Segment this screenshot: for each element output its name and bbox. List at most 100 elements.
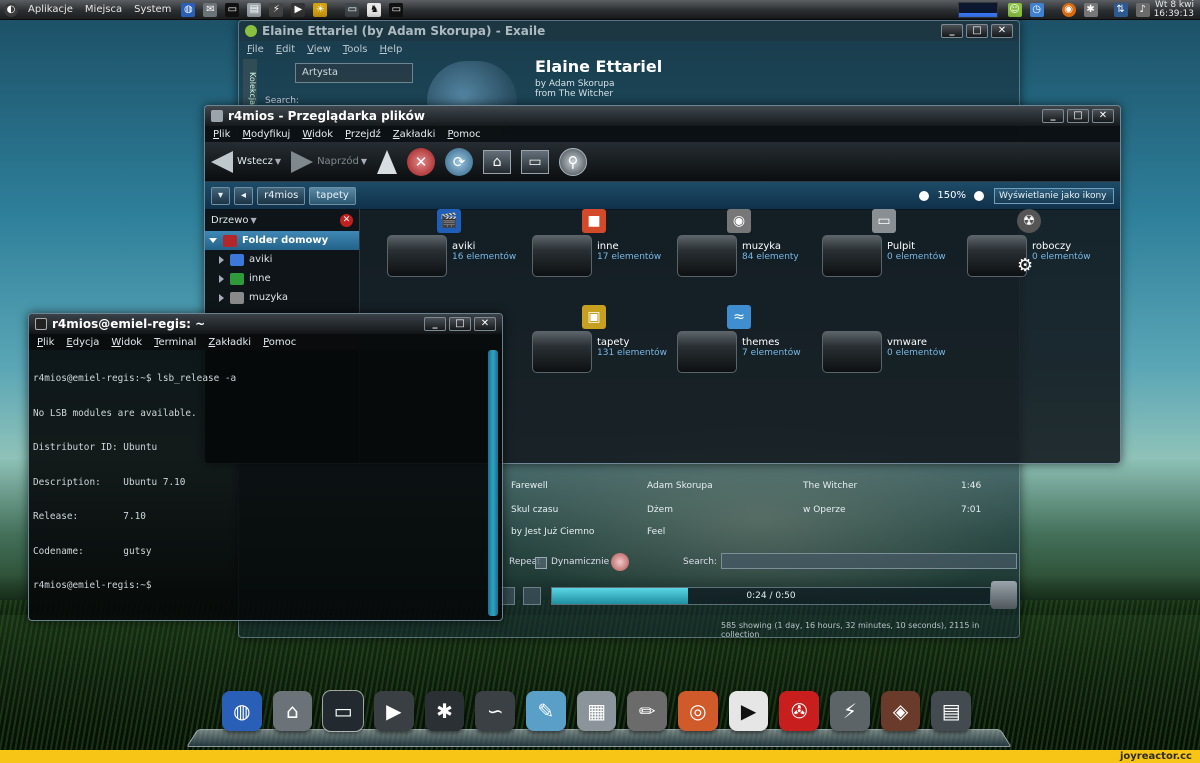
folder-vmware[interactable]: vmware 0 elementów [822,305,962,385]
minimize-button[interactable]: _ [424,317,446,331]
browser-menu-bookmarks[interactable]: Zakładki [393,129,436,140]
accessibility-icon[interactable]: ✱ [424,691,465,731]
browser-menu-help[interactable]: Pomoc [447,129,480,140]
playlist-row[interactable]: by Jest Już Ciemno Feel [499,521,1019,543]
expander-icon[interactable] [219,293,224,302]
playlist-row[interactable]: Skul czasu Dżem w Operze 7:01 [499,499,1019,521]
expander-icon[interactable] [209,238,217,243]
player-menu-tools[interactable]: Tools [343,44,368,55]
view-mode-select[interactable]: Wyświetlanie jako ikony [994,187,1114,204]
location-toggle-button[interactable]: ▾ [211,186,231,205]
folder-themes[interactable]: ≈ themes 7 elementów [677,305,817,385]
browser-launcher-icon[interactable]: ◍ [181,2,196,17]
browser-menu-view[interactable]: Widok [302,129,333,140]
up-button[interactable] [377,148,398,176]
player-menu-help[interactable]: Help [380,44,403,55]
player-menu-edit[interactable]: Edit [276,44,295,55]
artist-filter-combo[interactable]: Artysta [295,63,413,83]
clock-applet-icon[interactable]: ◷ [1029,2,1044,17]
player-launcher-icon[interactable]: ▶ [291,2,306,17]
terminal-menu-view[interactable]: Widok [111,337,142,348]
tree-item-home[interactable]: Folder domowy [205,231,359,250]
clear-icon[interactable] [611,553,629,571]
minimize-button[interactable]: _ [1042,109,1064,123]
path-button-home[interactable]: r4mios [257,186,306,205]
settings-applet-icon[interactable]: ✱ [1083,2,1098,17]
window-list-icon[interactable]: ▭ [345,2,360,17]
search-button[interactable]: ⚲ [559,147,588,176]
chevron-down-icon[interactable]: ▼ [275,157,281,166]
pidgin-icon[interactable]: ☺ [1007,2,1022,17]
terminal-icon[interactable]: ▭ [322,690,365,732]
gimp-icon[interactable]: ✏ [627,691,668,731]
playlist-search-input[interactable] [721,553,1017,569]
clock[interactable]: Wt 8 kwi 16:39:13 [1154,0,1200,19]
device-icon[interactable] [991,581,1017,609]
zoom-in-icon[interactable] [974,190,984,201]
next-track-button[interactable] [523,587,541,605]
counter-strike-icon[interactable]: ♞ [367,2,382,17]
folder-roboczy[interactable]: ☢ roboczy 0 elementów ⚙ [967,209,1107,289]
close-button[interactable]: ✕ [474,317,496,331]
maximize-button[interactable]: □ [1067,109,1089,123]
playlist-row[interactable]: Farewell Adam Skorupa The Witcher 1:46 [499,475,1019,497]
drive-icon[interactable]: ▤ [931,691,972,731]
tree-item-inne[interactable]: inne [205,269,359,288]
browser-menu-edit[interactable]: Modyfikuj [242,129,290,140]
tree-item-muzyka[interactable]: muzyka [205,288,359,307]
sun-launcher-icon[interactable]: ☀ [313,2,328,17]
maximize-button[interactable]: □ [966,24,988,38]
folder-tapety[interactable]: ▣ tapety 131 elementów [532,305,672,385]
browser-menu-go[interactable]: Przejdź [345,129,381,140]
folder-muzyka[interactable]: ◉ muzyka 84 elementy [677,209,817,289]
browser-icon[interactable]: ◍ [222,691,262,731]
player-titlebar[interactable]: Elaine Ettariel (by Adam Skorupa) - Exai… [239,21,1019,41]
flash-launcher-icon[interactable]: ⚡ [269,2,284,17]
update-notifier-icon[interactable]: ◉ [1061,2,1076,17]
browser-menu-file[interactable]: Plik [213,129,230,140]
folder-inne[interactable]: ■ inne 17 elementów [532,209,672,289]
expander-icon[interactable] [219,255,224,264]
network-icon[interactable]: ⇅ [1113,2,1128,17]
image-viewer-icon[interactable]: ▦ [576,691,617,731]
home-button[interactable]: ⌂ [483,148,512,176]
side-pane-select[interactable]: Drzewo [211,215,249,226]
cd-burner-icon[interactable]: ◎ [678,691,718,731]
terminal-menu-tabs[interactable]: Zakładki [208,337,251,348]
terminal-menu-edit[interactable]: Edycja [66,337,99,348]
forward-button[interactable]: Naprzód ▼ [291,148,367,176]
maximize-button[interactable]: □ [449,317,471,331]
menu-system[interactable]: System [128,4,177,15]
player-menu-file[interactable]: File [247,44,264,55]
burn-icon[interactable]: ◈ [880,691,921,731]
close-pane-icon[interactable]: ✕ [340,213,353,227]
menu-places[interactable]: Miejsca [79,4,128,15]
reload-button[interactable]: ⟳ [445,147,474,176]
close-button[interactable]: ✕ [1092,109,1114,123]
media-player-icon[interactable]: ▶ [374,691,414,731]
menu-applications[interactable]: Aplikacje [22,4,79,15]
notes-launcher-icon[interactable]: ▤ [247,2,262,17]
path-button-current[interactable]: tapety [309,186,356,205]
stop-button[interactable]: ✕ [407,147,436,176]
terminal-menu-file[interactable]: Plik [37,337,54,348]
computer-button[interactable]: ▭ [521,148,550,176]
close-button[interactable]: ✕ [991,24,1013,38]
player-menu-view[interactable]: View [307,44,331,55]
ubuntu-logo-icon[interactable]: ◐ [4,2,18,17]
terminal-launcher-icon[interactable]: ▭ [225,2,240,17]
path-scroll-left-button[interactable]: ◂ [234,186,254,205]
folder-aviki[interactable]: 🎬 aviki 16 elementów [387,209,527,289]
minimize-button[interactable]: _ [941,24,963,38]
terminal-menu-terminal[interactable]: Terminal [154,337,196,348]
play-circle-icon[interactable]: ▶ [728,691,769,731]
expander-icon[interactable] [219,274,224,283]
back-button[interactable]: Wstecz ▼ [211,148,281,176]
tree-item-aviki[interactable]: aviki [205,250,359,269]
terminal-scrollbar[interactable] [488,350,498,616]
home-folder-icon[interactable]: ⌂ [272,691,313,731]
dynamic-checkbox[interactable] [535,557,547,569]
chevron-down-icon[interactable]: ▼ [361,157,367,166]
zoom-out-icon[interactable] [919,190,930,201]
folder-pulpit[interactable]: ▭ Pulpit 0 elementów [822,209,962,289]
